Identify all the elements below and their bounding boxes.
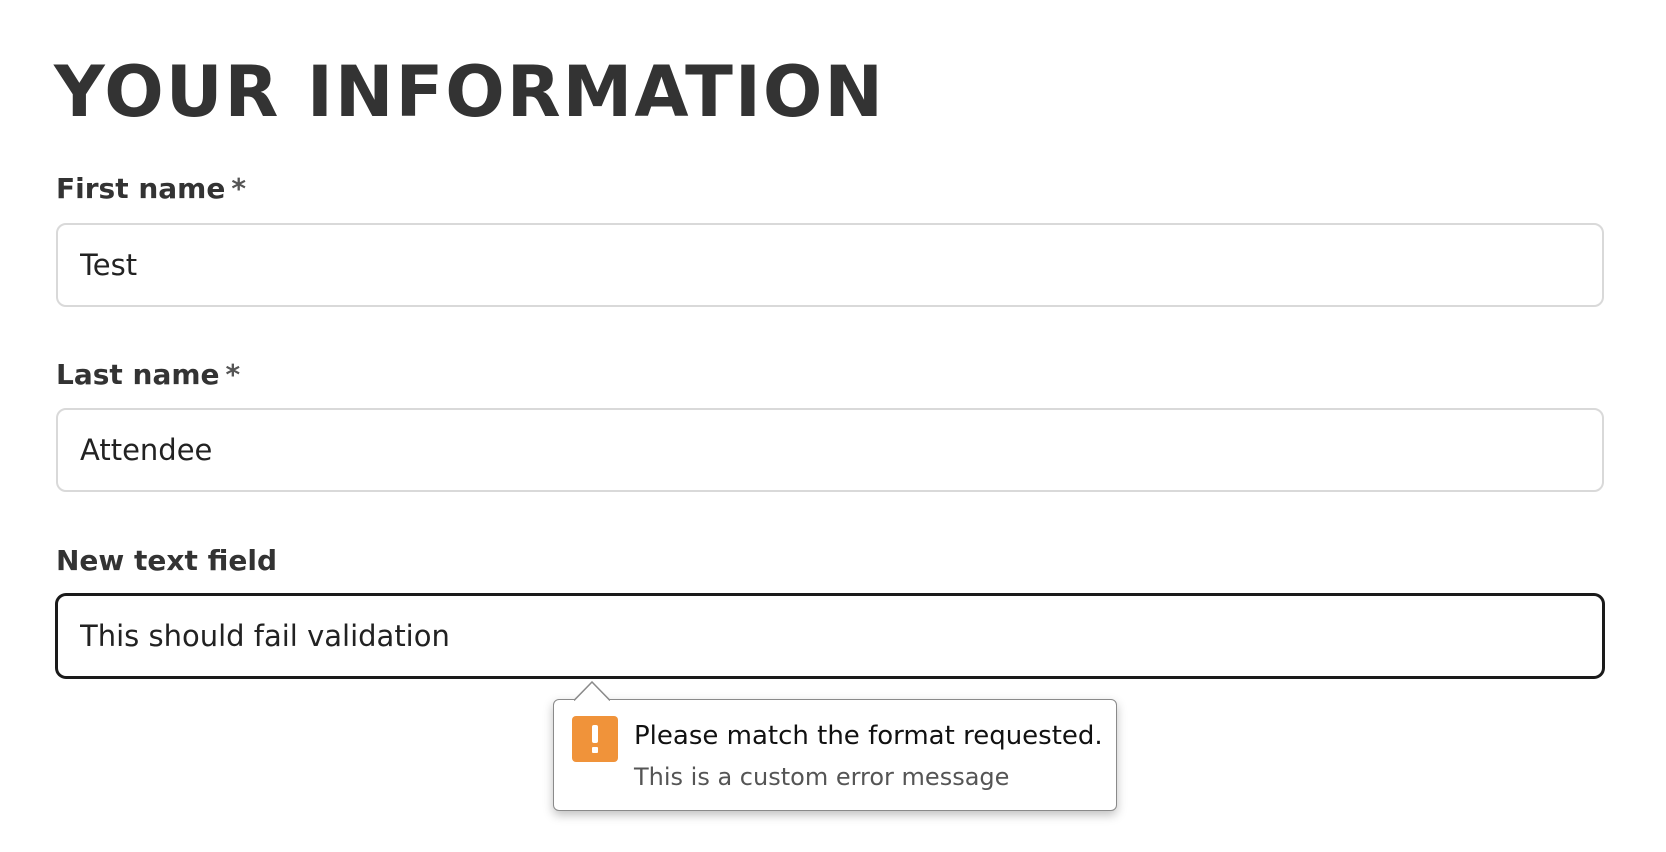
last-name-label: Last name * — [56, 357, 240, 393]
validation-detail: This is a custom error message — [634, 763, 1010, 791]
required-mark: * — [231, 172, 246, 205]
page-title: YOUR INFORMATION — [54, 51, 885, 133]
new-text-field-input[interactable] — [56, 594, 1604, 678]
validation-tooltip: Please match the format requested. This … — [553, 681, 1117, 811]
registration-form-page: YOUR INFORMATION First name* Last name* … — [0, 0, 1666, 852]
validation-message: Please match the format requested. — [634, 721, 1103, 751]
required-mark: * — [225, 358, 241, 391]
first-name-label: First name * — [56, 171, 246, 207]
first-name-input[interactable] — [56, 223, 1604, 307]
last-name-label-text: Last name — [56, 358, 220, 391]
last-name-input[interactable] — [56, 408, 1604, 492]
tooltip-arrow — [574, 681, 610, 701]
new-text-field-label-text: New text field — [56, 544, 277, 577]
warning-icon — [572, 716, 618, 762]
new-text-field-label: New text field — [56, 543, 277, 579]
first-name-label-text: First name — [56, 172, 226, 205]
